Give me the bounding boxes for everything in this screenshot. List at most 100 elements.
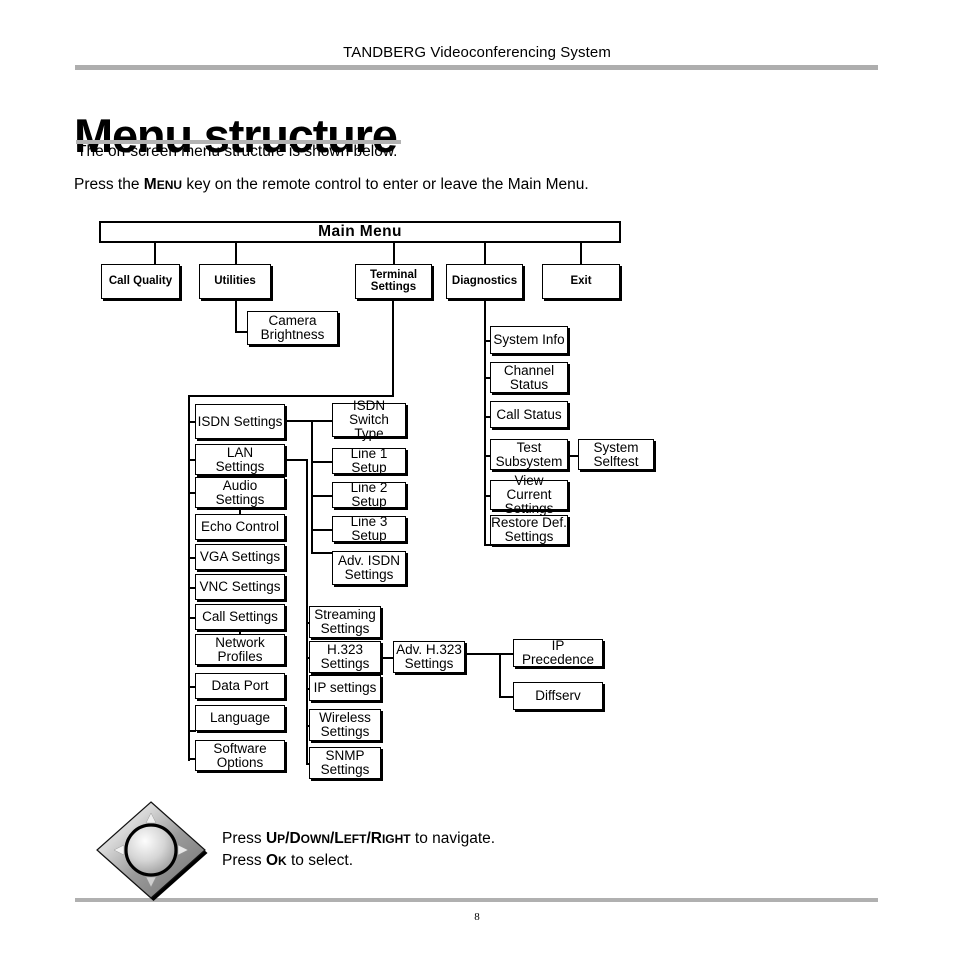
connector-root-to-exit — [580, 243, 582, 264]
node-network-profiles[interactable]: Network Profiles — [195, 634, 285, 665]
connector-isdn-bus — [311, 420, 313, 554]
node-vnc-settings[interactable]: VNC Settings — [195, 574, 285, 600]
connector-isdn-to-line2 — [311, 495, 332, 497]
node-system-selftest[interactable]: System Selftest — [578, 439, 654, 470]
node-main-menu-label: Main Menu — [318, 223, 402, 241]
remote-instructions: Press UP/DOWN/LEFT/RIGHT to navigate. Pr… — [222, 828, 495, 873]
node-diagnostics-label: Diagnostics — [451, 274, 518, 287]
node-system-selftest-label: System Selftest — [593, 439, 639, 469]
connector-root-to-call-quality — [154, 243, 156, 264]
node-isdn-switch-type-label: ISDN Switch Type — [349, 398, 389, 441]
node-main-menu[interactable]: Main Menu — [99, 221, 621, 243]
node-isdn-settings[interactable]: ISDN Settings — [195, 404, 285, 439]
connector-isdn-to-switch-type — [311, 420, 332, 422]
node-h323-settings-label: H.323 Settings — [320, 642, 370, 671]
connector-isdn-to-adv-isdn — [311, 552, 332, 554]
node-data-port[interactable]: Data Port — [195, 673, 285, 699]
node-ip-settings[interactable]: IP settings — [309, 675, 381, 701]
node-test-subsystem-label: Test Subsystem — [495, 439, 563, 469]
node-diffserv[interactable]: Diffserv — [513, 682, 603, 710]
node-adv-isdn-settings[interactable]: Adv. ISDN Settings — [332, 551, 406, 585]
node-exit-label: Exit — [570, 274, 592, 287]
node-call-status[interactable]: Call Status — [490, 401, 568, 428]
node-line-3-setup-label: Line 3 Setup — [350, 514, 388, 543]
node-camera-brightness-label: Camera Brightness — [260, 313, 325, 342]
node-view-current-settings-label: View Current Settings — [504, 473, 554, 516]
node-call-quality[interactable]: Call Quality — [101, 264, 180, 299]
connector-terminal-settings-bus — [188, 395, 190, 761]
node-line-2-setup[interactable]: Line 2 Setup — [332, 481, 406, 508]
node-restore-def-settings[interactable]: Restore Def. Settings — [490, 515, 568, 545]
connector-terminal-settings-down — [392, 300, 394, 397]
node-channel-status[interactable]: Channel Status — [490, 362, 568, 393]
node-channel-status-label: Channel Status — [503, 362, 555, 392]
node-camera-brightness[interactable]: Camera Brightness — [247, 311, 338, 345]
node-diagnostics[interactable]: Diagnostics — [446, 264, 523, 299]
node-language-label: Language — [209, 710, 271, 726]
node-restore-def-settings-label: Restore Def. Settings — [491, 515, 567, 544]
node-network-profiles-label: Network Profiles — [215, 634, 265, 664]
dpad-navigation-icon — [92, 797, 210, 902]
page-number: 8 — [474, 911, 480, 923]
node-adv-h323-settings-label: Adv. H.323 Settings — [396, 642, 462, 671]
connector-isdn-settings-across — [286, 420, 313, 422]
node-call-settings-label: Call Settings — [202, 609, 278, 625]
node-wireless-settings-label: Wireless Settings — [319, 710, 371, 739]
connector-terminal-settings-across — [188, 395, 394, 397]
remote-instruction-select: Press OK to select. — [222, 850, 495, 872]
connector-root-to-diagnostics — [484, 243, 486, 264]
nav-keys: UP/DOWN/LEFT/RIGHT — [265, 830, 411, 847]
node-vga-settings[interactable]: VGA Settings — [195, 544, 285, 570]
node-ip-settings-label: IP settings — [313, 680, 377, 696]
connector-adv-h323-to-diffserv — [499, 696, 514, 698]
page-canvas: TANDBERG Videoconferencing System Menu s… — [0, 0, 954, 954]
select-text-pre: Press — [222, 852, 266, 870]
node-snmp-settings-label: SNMP Settings — [320, 748, 370, 777]
connector-isdn-to-line3 — [311, 529, 332, 531]
node-wireless-settings[interactable]: Wireless Settings — [309, 709, 381, 741]
connector-utilities-to-camera-brightness — [235, 331, 247, 333]
node-vga-settings-label: VGA Settings — [199, 549, 281, 565]
node-exit[interactable]: Exit — [542, 264, 620, 299]
node-line-3-setup[interactable]: Line 3 Setup — [332, 514, 406, 543]
node-test-subsystem[interactable]: Test Subsystem — [490, 439, 568, 470]
node-software-options-label: Software Options — [213, 740, 267, 770]
node-audio-settings[interactable]: Audio Settings — [195, 477, 285, 508]
node-view-current-settings[interactable]: View Current Settings — [490, 474, 568, 515]
connector-utilities-bus — [235, 300, 237, 332]
connector-lan-bus — [306, 459, 308, 764]
node-lan-settings[interactable]: LAN Settings — [195, 444, 285, 475]
node-terminal-settings[interactable]: Terminal Settings — [355, 264, 432, 299]
connector-root-to-terminal-settings — [393, 243, 395, 264]
node-streaming-settings[interactable]: Streaming Settings — [309, 606, 381, 638]
node-utilities[interactable]: Utilities — [199, 264, 271, 299]
node-call-quality-label: Call Quality — [108, 274, 173, 287]
connector-adv-h323-bus — [499, 653, 501, 697]
node-utilities-label: Utilities — [214, 274, 256, 287]
node-snmp-settings[interactable]: SNMP Settings — [309, 747, 381, 779]
node-ip-precedence[interactable]: IP Precedence — [513, 639, 603, 667]
node-software-options[interactable]: Software Options — [195, 740, 285, 771]
node-adv-isdn-settings-label: Adv. ISDN Settings — [337, 553, 400, 582]
connector-diagnostics-bus — [484, 300, 486, 546]
node-lan-settings-label: LAN Settings — [215, 444, 265, 474]
connector-adv-h323-across — [466, 653, 514, 655]
node-line-1-setup-label: Line 1 Setup — [350, 446, 388, 475]
node-echo-control-label: Echo Control — [200, 519, 280, 535]
node-audio-settings-label: Audio Settings — [215, 477, 265, 507]
node-isdn-switch-type[interactable]: ISDN Switch Type — [332, 399, 406, 440]
node-language[interactable]: Language — [195, 705, 285, 731]
node-system-info[interactable]: System Info — [490, 326, 568, 354]
node-h323-settings[interactable]: H.323 Settings — [309, 641, 381, 673]
node-streaming-settings-label: Streaming Settings — [314, 607, 376, 636]
node-call-settings[interactable]: Call Settings — [195, 604, 285, 630]
select-text-post: to select. — [286, 852, 354, 870]
remote-instruction-navigate: Press UP/DOWN/LEFT/RIGHT to navigate. — [222, 828, 495, 850]
node-terminal-settings-label: Terminal Settings — [369, 268, 418, 293]
node-line-1-setup[interactable]: Line 1 Setup — [332, 446, 406, 475]
node-echo-control[interactable]: Echo Control — [195, 514, 285, 540]
node-adv-h323-settings[interactable]: Adv. H.323 Settings — [393, 641, 465, 673]
connector-lan-settings-across — [286, 459, 308, 461]
node-vnc-settings-label: VNC Settings — [199, 579, 281, 595]
node-call-status-label: Call Status — [496, 406, 562, 422]
